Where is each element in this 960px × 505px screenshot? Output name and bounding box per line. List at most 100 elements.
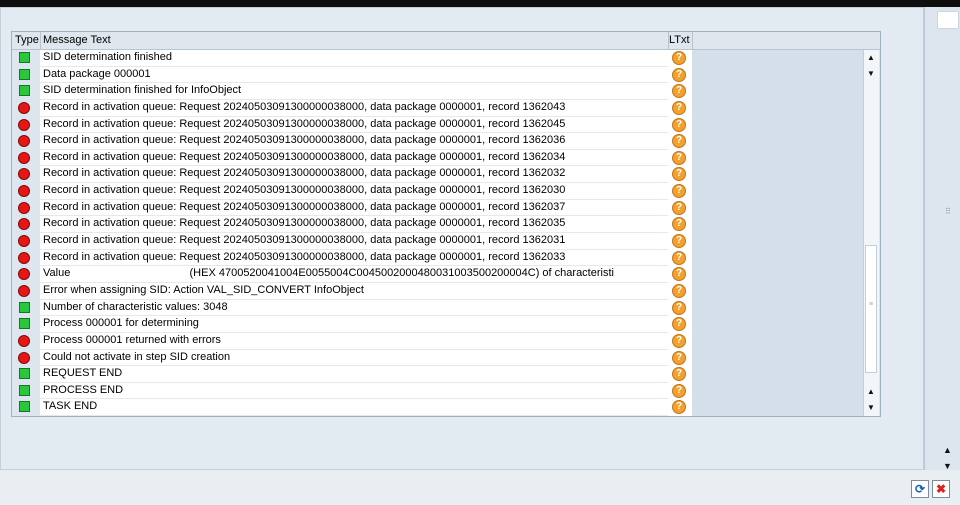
help-icon[interactable]: ?	[672, 51, 686, 65]
table-row[interactable]: Value (HEX 4700520041004E0055004C0045002…	[12, 266, 880, 283]
green-square-icon	[19, 318, 30, 330]
message-text-cell[interactable]: REQUEST END	[40, 366, 668, 383]
table-row[interactable]: Record in activation queue: Request 2024…	[12, 249, 880, 267]
scroll-thumb[interactable]: ≡	[865, 245, 877, 373]
message-text-cell[interactable]: SID determination finished for InfoObjec…	[40, 83, 668, 100]
type-cell	[12, 83, 40, 100]
table-row[interactable]: Record in activation queue: Request 2024…	[12, 183, 880, 200]
scroll-up-icon[interactable]: ▲	[943, 445, 952, 455]
red-circle-icon	[18, 135, 30, 148]
table-row[interactable]: Record in activation queue: Request 2024…	[12, 116, 880, 134]
table-row[interactable]: SID determination finished?	[12, 50, 880, 67]
table-row[interactable]: PROCESS END?	[12, 382, 880, 400]
message-text-cell[interactable]: TASK END	[40, 399, 668, 417]
message-text-cell[interactable]: Record in activation queue: Request 2024…	[40, 249, 668, 267]
help-icon[interactable]: ?	[672, 300, 686, 315]
message-text-cell[interactable]: Record in activation queue: Request 2024…	[40, 183, 668, 200]
ltxt-cell: ?	[668, 316, 692, 333]
red-circle-icon	[18, 351, 30, 364]
column-separator[interactable]	[692, 32, 693, 49]
table-row[interactable]: Record in activation queue: Request 2024…	[12, 149, 880, 167]
help-icon[interactable]: ?	[672, 317, 686, 332]
table-row[interactable]: Could not activate in step SID creation?	[12, 349, 880, 367]
table-row[interactable]: SID determination finished for InfoObjec…	[12, 83, 880, 100]
table-row[interactable]: Record in activation queue: Request 2024…	[12, 233, 880, 250]
ltxt-cell: ?	[668, 50, 692, 67]
ltxt-cell: ?	[668, 299, 692, 317]
red-circle-icon	[18, 101, 30, 114]
message-text-cell[interactable]: Value (HEX 4700520041004E0055004C0045002…	[40, 266, 668, 283]
table-row[interactable]: Data package 000001?	[12, 66, 880, 84]
empty-area	[692, 266, 863, 283]
table-row[interactable]: Process 000001 returned with errors?	[12, 332, 880, 350]
help-icon[interactable]: ?	[672, 383, 686, 398]
empty-area	[692, 349, 863, 367]
message-text-cell[interactable]: Record in activation queue: Request 2024…	[40, 199, 668, 217]
column-header-ltxt[interactable]: LTxt	[669, 34, 690, 46]
message-text-cell[interactable]: Number of characteristic values: 3048	[40, 299, 668, 317]
dialog-button-bar	[0, 470, 960, 505]
help-icon[interactable]: ?	[672, 350, 686, 365]
help-icon[interactable]: ?	[672, 267, 686, 282]
column-header-type[interactable]: Type	[15, 34, 39, 46]
refresh-button[interactable]: ⟳	[911, 480, 929, 498]
help-icon[interactable]: ?	[672, 200, 686, 215]
type-cell	[12, 366, 40, 383]
message-text-cell[interactable]: Process 000001 for determining	[40, 316, 668, 333]
help-icon[interactable]: ?	[672, 117, 686, 132]
message-text-cell[interactable]: Error when assigning SID: Action VAL_SID…	[40, 282, 668, 300]
column-header-message-text[interactable]: Message Text	[43, 34, 111, 46]
table-row[interactable]: Record in activation queue: Request 2024…	[12, 166, 880, 184]
table-row[interactable]: Record in activation queue: Request 2024…	[12, 199, 880, 217]
message-text-cell[interactable]: Record in activation queue: Request 2024…	[40, 116, 668, 134]
help-icon[interactable]: ?	[672, 67, 686, 82]
help-icon[interactable]: ?	[672, 283, 686, 298]
message-text-cell[interactable]: Record in activation queue: Request 2024…	[40, 233, 668, 250]
help-icon[interactable]: ?	[672, 250, 686, 265]
help-icon[interactable]: ?	[672, 167, 686, 182]
red-circle-icon	[18, 185, 30, 198]
table-row[interactable]: Record in activation queue: Request 2024…	[12, 99, 880, 117]
help-icon[interactable]: ?	[672, 333, 686, 348]
message-text-cell[interactable]: SID determination finished	[40, 50, 668, 67]
scroll-top-box	[937, 11, 959, 29]
message-text-cell[interactable]: PROCESS END	[40, 382, 668, 400]
message-text-cell[interactable]: Record in activation queue: Request 2024…	[40, 149, 668, 167]
column-separator[interactable]	[40, 32, 41, 49]
ltxt-cell: ?	[668, 282, 692, 300]
table-row[interactable]: TASK END?	[12, 399, 880, 417]
help-icon[interactable]: ?	[672, 234, 686, 249]
message-text-cell[interactable]: Process 000001 returned with errors	[40, 332, 668, 350]
message-text-cell[interactable]: Record in activation queue: Request 2024…	[40, 133, 668, 150]
table-row[interactable]: Error when assigning SID: Action VAL_SID…	[12, 282, 880, 300]
ltxt-cell: ?	[668, 149, 692, 167]
scroll-up-icon[interactable]: ▲	[867, 53, 875, 62]
ltxt-cell: ?	[668, 382, 692, 400]
table-row[interactable]: Number of characteristic values: 3048?	[12, 299, 880, 317]
splitter-grip-icon[interactable]: ⠿	[945, 207, 951, 216]
green-square-icon	[19, 368, 30, 380]
scroll-down-icon[interactable]: ▼	[867, 403, 875, 412]
help-icon[interactable]: ?	[672, 184, 686, 199]
message-text-cell[interactable]: Record in activation queue: Request 2024…	[40, 99, 668, 117]
help-icon[interactable]: ?	[672, 100, 686, 115]
grid-vertical-scrollbar[interactable]: ▲ ▼ ≡ ▲ ▼	[863, 50, 879, 416]
help-icon[interactable]: ?	[672, 367, 686, 382]
cancel-button[interactable]: ✖	[932, 480, 950, 498]
table-row[interactable]: REQUEST END?	[12, 366, 880, 383]
table-row[interactable]: Process 000001 for determining?	[12, 316, 880, 333]
help-icon[interactable]: ?	[672, 134, 686, 149]
scroll-down-icon[interactable]: ▼	[867, 69, 875, 78]
message-text-cell[interactable]: Data package 000001	[40, 66, 668, 84]
help-icon[interactable]: ?	[672, 400, 686, 415]
scroll-up-icon[interactable]: ▲	[867, 387, 875, 396]
message-text-cell[interactable]: Record in activation queue: Request 2024…	[40, 216, 668, 234]
message-text-cell[interactable]: Record in activation queue: Request 2024…	[40, 166, 668, 184]
help-icon[interactable]: ?	[672, 217, 686, 232]
table-row[interactable]: Record in activation queue: Request 2024…	[12, 133, 880, 150]
help-icon[interactable]: ?	[672, 84, 686, 99]
message-text-cell[interactable]: Could not activate in step SID creation	[40, 349, 668, 367]
help-icon[interactable]: ?	[672, 150, 686, 165]
outer-scrollbar[interactable]: ⠿ ▲ ▼	[924, 7, 960, 471]
table-row[interactable]: Record in activation queue: Request 2024…	[12, 216, 880, 234]
